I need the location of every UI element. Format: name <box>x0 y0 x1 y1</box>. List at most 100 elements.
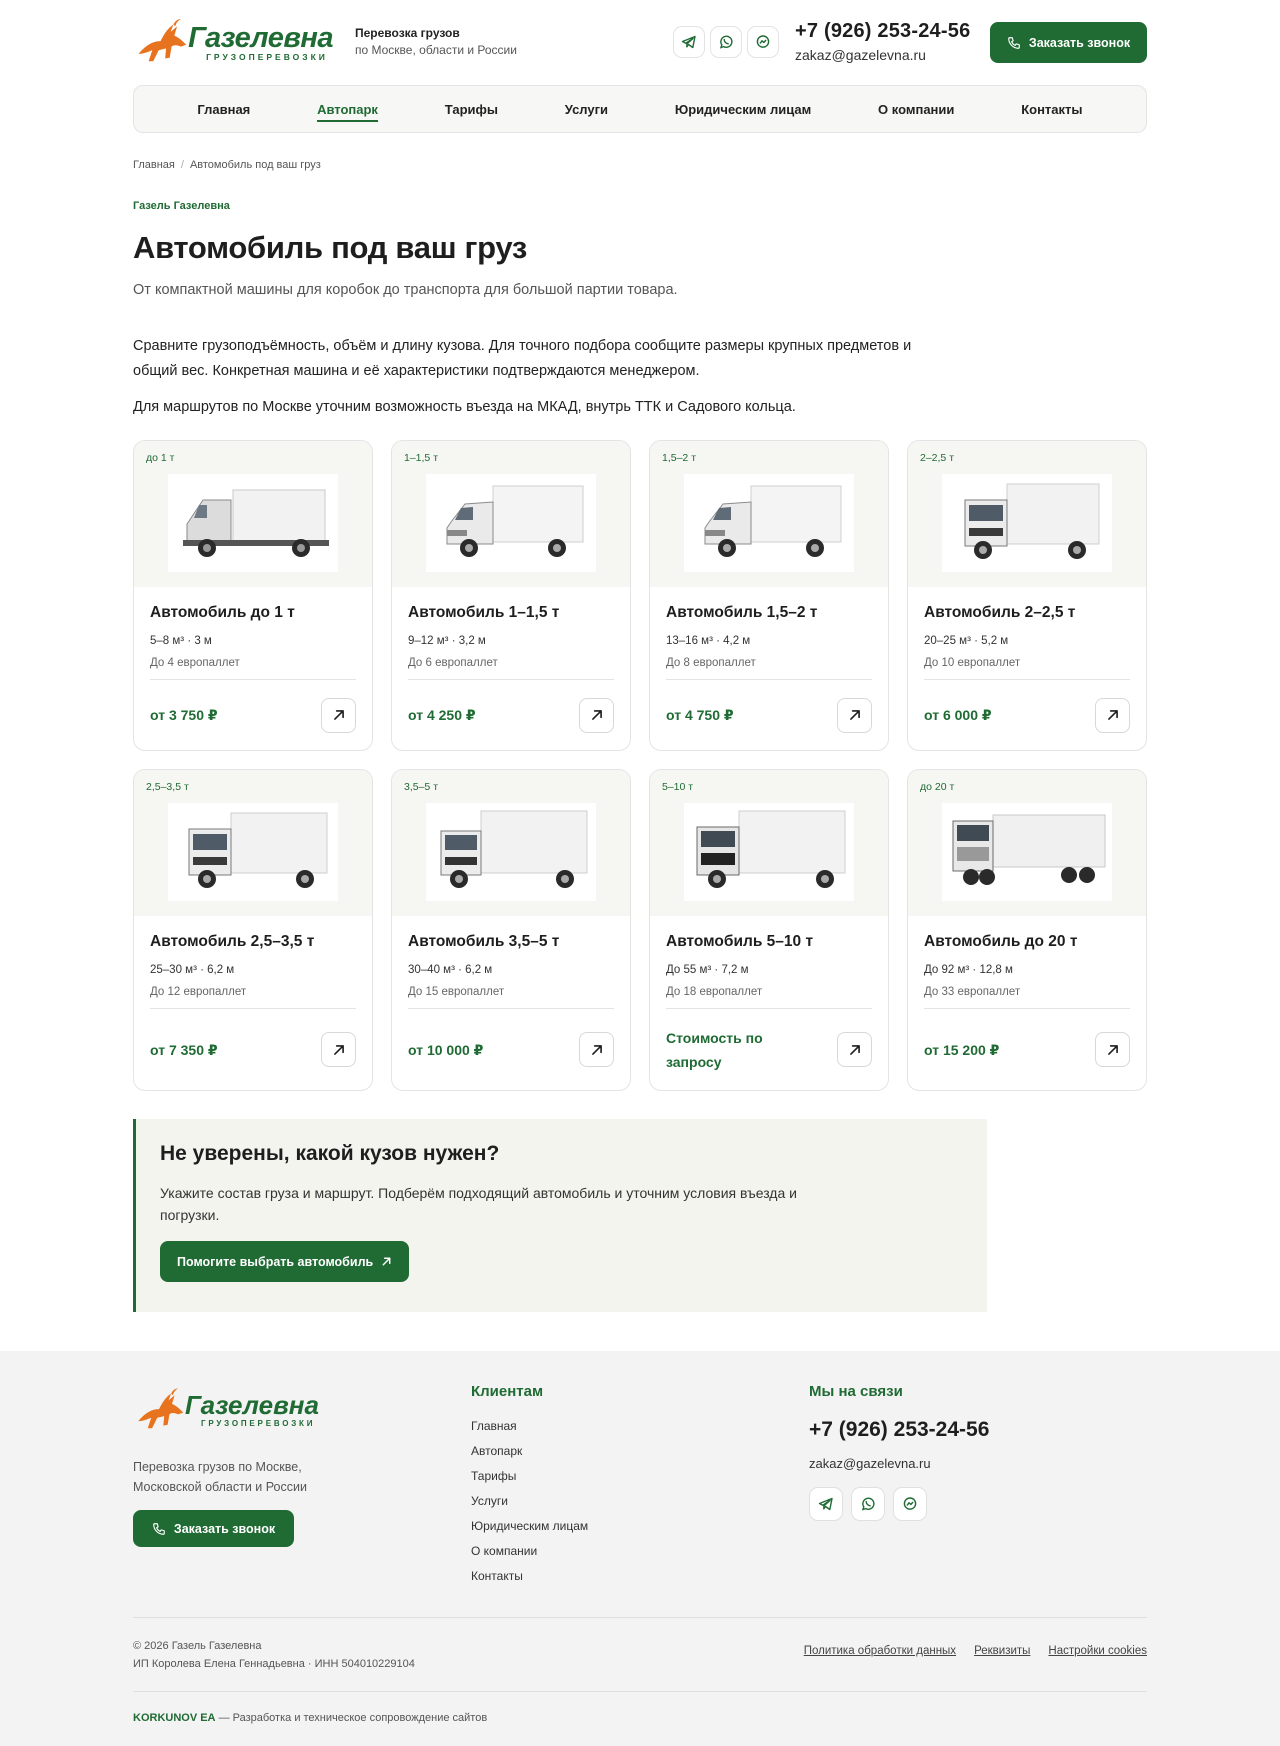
telegram-icon[interactable] <box>809 1487 843 1521</box>
fleet-card-title[interactable]: Автомобиль 5–10 т <box>666 933 872 951</box>
fleet-card-open-button[interactable] <box>321 697 356 733</box>
nav-item-fleet[interactable]: Автопарк <box>317 102 378 122</box>
fleet-card[interactable]: 5–10 т Автомобиль 5–10 т До 55 м³ · 7,2 м Д… <box>649 769 889 1091</box>
order-call-button[interactable]: Заказать звонок <box>990 22 1147 63</box>
header-socials <box>673 26 779 58</box>
fleet-card-spec: 25–30 м³ · 6,2 м <box>150 964 235 976</box>
order-call-label: Заказать звонок <box>1028 35 1131 50</box>
breadcrumb: Главная / Автомобиль под ваш груз <box>133 159 1147 171</box>
breadcrumb-home[interactable]: Главная <box>133 159 175 171</box>
site-footer: Газелевна ГРУЗОПЕРЕВОЗКИ Перевозка грузо… <box>0 1351 1280 1746</box>
footer-link-legal-entities[interactable]: Юридическим лицам <box>471 1514 588 1539</box>
fleet-card-capacity: 1–1,5 т <box>404 452 439 464</box>
footer-link-privacy[interactable]: Политика обработки данных <box>804 1645 956 1657</box>
fleet-card[interactable]: 2–2,5 т Автомобиль 2–2,5 т 20–25 м³ · 5,2 … <box>907 440 1147 751</box>
footer-email[interactable]: zakaz@gazelevna.ru <box>809 1456 989 1471</box>
fleet-card[interactable]: до 1 т Автомобиль до 1 т 5–8 м³ · 3 м До 4 … <box>133 440 373 751</box>
fleet-card-capacity: 5–10 т <box>662 781 694 793</box>
footer-link-fleet[interactable]: Автопарк <box>471 1439 588 1464</box>
main-nav: Главная Автопарк Тарифы Услуги Юридическ… <box>133 85 1147 133</box>
site-header: Газелевна ГРУЗОПЕРЕВОЗКИ Перевозка грузо… <box>133 0 1147 85</box>
fleet-card-title[interactable]: Автомобиль до 20 т <box>924 933 1130 951</box>
footer-developer-name[interactable]: KORKUNOV EA <box>133 1712 216 1724</box>
arrow-up-right-icon <box>333 710 344 720</box>
fleet-card-body: Автомобиль 2–2,5 т 20–25 м³ · 5,2 м До 10 … <box>908 587 1146 750</box>
header-email[interactable]: zakaz@gazelevna.ru <box>795 47 970 63</box>
fleet-card-footer: от 6 000 ₽ <box>924 679 1130 750</box>
fleet-card-body: Автомобиль 2,5–3,5 т 25–30 м³ · 6,2 м До 1… <box>134 916 372 1090</box>
whatsapp-icon[interactable] <box>851 1487 885 1521</box>
fleet-card-capacity: 2–2,5 т <box>920 452 955 464</box>
fleet-card-open-button[interactable] <box>321 1032 356 1067</box>
fleet-card-open-button[interactable] <box>837 1032 872 1067</box>
footer-logo[interactable]: Газелевна ГРУЗОПЕРЕВОЗКИ <box>133 1383 323 1437</box>
fleet-card-spec: До 92 м³ · 12,8 м <box>924 964 1013 976</box>
footer-developer-text: — Разработка и техническое сопровождение… <box>215 1712 488 1724</box>
nav-item-tariffs[interactable]: Тарифы <box>445 102 498 117</box>
footer-divider <box>133 1617 1147 1618</box>
fleet-card-price: от 3 750 ₽ <box>150 707 218 723</box>
footer-phone[interactable]: +7 (926) 253-24-56 <box>809 1418 989 1442</box>
footer-link-contacts[interactable]: Контакты <box>471 1564 588 1589</box>
fleet-card-title[interactable]: Автомобиль 1,5–2 т <box>666 604 872 622</box>
truck-image <box>942 474 1112 572</box>
fleet-card-media: до 20 т <box>908 770 1146 916</box>
fleet-card-open-button[interactable] <box>579 1032 614 1067</box>
fleet-card[interactable]: 1,5–2 т Автомобиль 1,5–2 т 13–16 м³ · 4,2 … <box>649 440 889 751</box>
fleet-card-title[interactable]: Автомобиль 3,5–5 т <box>408 933 614 951</box>
fleet-card[interactable]: 3,5–5 т Автомобиль 3,5–5 т 30–40 м³ · 6,2 … <box>391 769 631 1091</box>
fleet-card-title[interactable]: Автомобиль 2–2,5 т <box>924 604 1130 622</box>
fleet-card-spec: 13–16 м³ · 4,2 м <box>666 635 751 647</box>
footer-contact-title: Мы на связи <box>809 1383 903 1400</box>
help-choose-button[interactable]: Помогите выбрать автомобиль <box>160 1241 410 1282</box>
help-title: Не уверены, какой кузов нужен? <box>160 1142 500 1165</box>
footer-link-home[interactable]: Главная <box>471 1414 588 1439</box>
nav-item-legal-entities[interactable]: Юридическим лицам <box>675 102 811 117</box>
telegram-icon[interactable] <box>673 26 705 58</box>
whatsapp-icon[interactable] <box>710 26 742 58</box>
fleet-card-title[interactable]: Автомобиль 2,5–3,5 т <box>150 933 356 951</box>
nav-item-home[interactable]: Главная <box>197 102 250 117</box>
fleet-card-open-button[interactable] <box>1095 697 1130 733</box>
footer-link-requisites[interactable]: Реквизиты <box>974 1645 1030 1657</box>
truck-image <box>168 803 338 901</box>
fleet-card-price: от 10 000 ₽ <box>408 1041 484 1058</box>
footer-link-cookies[interactable]: Настройки cookies <box>1048 1645 1147 1657</box>
footer-copyright-line: © 2026 Газель Газелевна <box>133 1640 262 1652</box>
header-contacts: +7 (926) 253-24-56 zakaz@gazelevna.ru <box>795 20 970 63</box>
page-paragraph-2: Для маршрутов по Москве уточним возможно… <box>133 399 796 415</box>
fleet-card-footer: от 7 350 ₽ <box>150 1008 356 1090</box>
max-messenger-icon[interactable] <box>893 1487 927 1521</box>
nav-item-services[interactable]: Услуги <box>565 102 608 117</box>
truck-icon <box>704 485 842 557</box>
fleet-card-open-button[interactable] <box>837 697 872 733</box>
arrow-up-right-icon <box>333 1044 344 1055</box>
nav-item-about[interactable]: О компании <box>878 102 954 117</box>
fleet-card[interactable]: 2,5–3,5 т Автомобиль 2,5–3,5 т 25–30 м³ · … <box>133 769 373 1091</box>
footer-link-about[interactable]: О компании <box>471 1539 588 1564</box>
fleet-card-title[interactable]: Автомобиль до 1 т <box>150 604 356 622</box>
truck-image <box>684 474 854 572</box>
footer-link-tariffs[interactable]: Тарифы <box>471 1464 588 1489</box>
fleet-card[interactable]: до 20 т Автомобиль до 20 т До 92 м³ · 12,8… <box>907 769 1147 1091</box>
fleet-card[interactable]: 1–1,5 т Автомобиль 1–1,5 т 9–12 м³ · 3,2 м… <box>391 440 631 751</box>
footer-legal-links: Политика обработки данных Реквизиты Наст… <box>804 1645 1147 1657</box>
truck-icon <box>440 810 588 888</box>
fleet-card-open-button[interactable] <box>1095 1032 1130 1067</box>
truck-icon <box>183 489 329 557</box>
footer-call-button[interactable]: Заказать звонок <box>133 1510 294 1547</box>
fleet-card-footer: Стоимость по запросу <box>666 1008 872 1090</box>
fleet-card-open-button[interactable] <box>579 697 614 733</box>
footer-description: Перевозка грузов по Москве, Московской о… <box>133 1460 307 1494</box>
nav-item-contacts[interactable]: Контакты <box>1021 102 1082 117</box>
site-logo[interactable]: Газелевна ГРУЗОПЕРЕВОЗКИ <box>133 14 333 70</box>
fleet-card-capacity: до 20 т <box>920 781 955 793</box>
header-phone[interactable]: +7 (926) 253-24-56 <box>795 20 970 43</box>
header-tagline: Перевозка грузов по Москве, области и Ро… <box>355 25 517 59</box>
truck-icon <box>696 810 846 888</box>
footer-link-services[interactable]: Услуги <box>471 1489 588 1514</box>
arrow-up-right-icon <box>382 1257 391 1266</box>
max-messenger-icon[interactable] <box>747 26 779 58</box>
fleet-card-price: от 4 750 ₽ <box>666 707 734 723</box>
fleet-card-title[interactable]: Автомобиль 1–1,5 т <box>408 604 614 622</box>
